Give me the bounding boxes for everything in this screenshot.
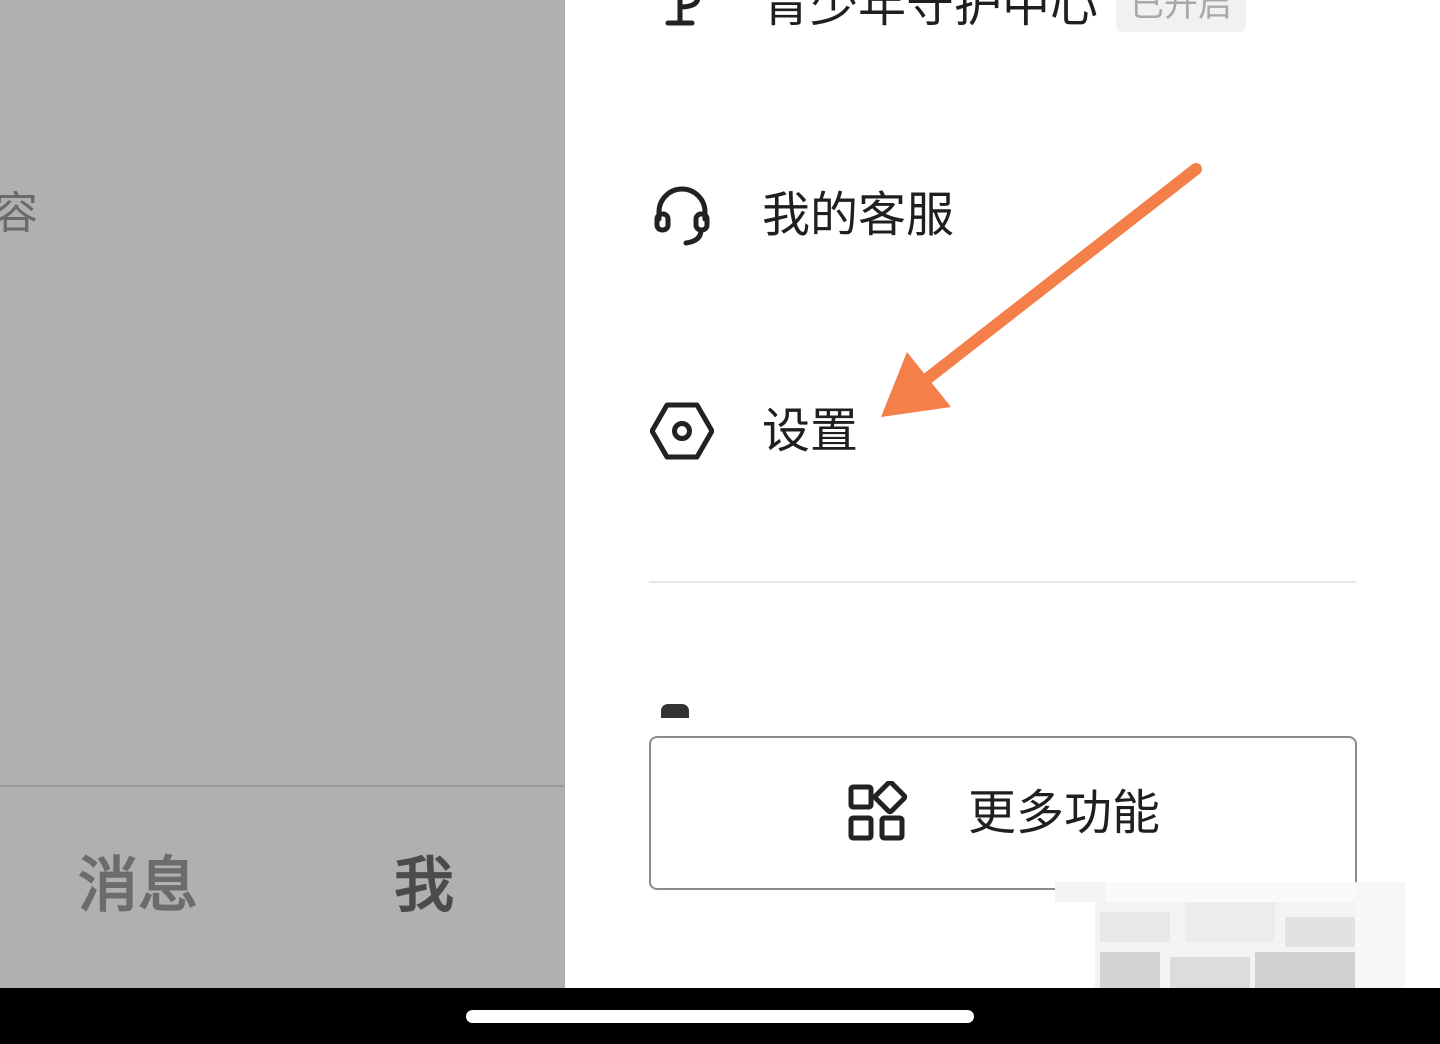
menu-item-settings[interactable]: 设置	[650, 391, 858, 471]
tab-me[interactable]: 我	[394, 856, 454, 916]
menu-item-label: 青少年守护中心	[762, 0, 1099, 33]
more-features-label: 更多功能	[967, 785, 1160, 841]
drawer-divider	[649, 581, 1356, 583]
cropped-menu-icon	[661, 704, 689, 718]
dimmed-background-page[interactable]: 容 消息 我	[0, 0, 565, 988]
pixelated-overlay	[1055, 882, 1405, 988]
menu-item-customer-service[interactable]: 我的客服	[650, 175, 954, 255]
tab-messages[interactable]: 消息	[78, 856, 198, 916]
grid-apps-icon	[846, 781, 910, 845]
more-features-button[interactable]: 更多功能	[649, 736, 1357, 890]
menu-item-label: 设置	[762, 403, 859, 459]
menu-item-youth-protection[interactable]: 青少年守护中心 已开启	[650, 0, 1247, 45]
youth-protection-icon	[650, 0, 714, 37]
settings-hexagon-icon	[650, 399, 714, 463]
tab-bar-divider	[0, 785, 565, 787]
menu-item-label: 我的客服	[762, 187, 955, 243]
app-screen: 容 消息 我 青少年守护中心 已开启 我的客服 设置 更多功能	[0, 0, 1440, 988]
side-drawer: 青少年守护中心 已开启 我的客服 设置 更多功能	[565, 0, 1440, 988]
partial-text: 容	[0, 188, 38, 239]
headset-icon	[650, 183, 714, 247]
home-indicator[interactable]	[466, 1010, 974, 1023]
status-badge: 已开启	[1116, 0, 1247, 32]
